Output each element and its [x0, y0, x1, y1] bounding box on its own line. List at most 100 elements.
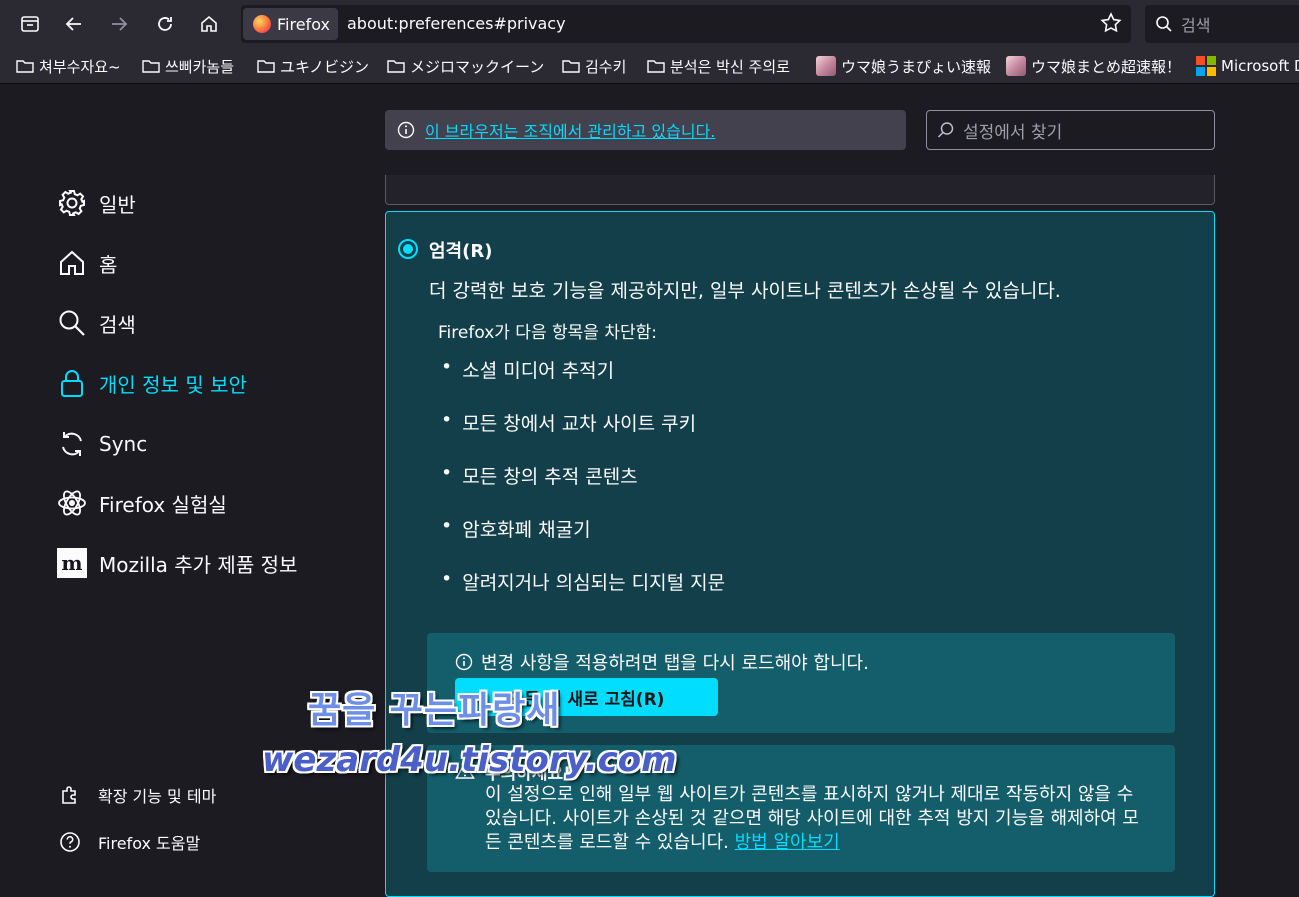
reload-message: 변경 사항을 적용하려면 탭을 다시 로드해야 합니다.: [455, 649, 869, 675]
bookmark-link[interactable]: Microsoft D: [1196, 54, 1299, 78]
bookmark-label: 쳐부수자요~: [39, 57, 121, 76]
forward-button[interactable]: [103, 8, 135, 40]
site-favicon: [1006, 56, 1026, 76]
strict-option-card[interactable]: 엄격(R) 더 강력한 보호 기능을 제공하지만, 일부 사이트나 콘텐츠가 손…: [385, 211, 1215, 897]
browser-toolbar: Firefox about:preferences#privacy 검색: [0, 0, 1299, 48]
bookmark-label: Microsoft D: [1221, 57, 1299, 75]
bookmark-label: ウマ娘うまぴょい速報: [841, 57, 992, 76]
folder-icon: [562, 60, 580, 73]
preferences-search-placeholder: 설정에서 찾기: [963, 122, 1063, 143]
bookmark-label: ユキノビジン: [280, 57, 369, 76]
nav-label: 검색: [99, 312, 136, 337]
bookmark-folder[interactable]: 쓰삐카놈들: [142, 54, 234, 78]
search-icon: [1156, 16, 1172, 32]
strict-radio[interactable]: [398, 239, 418, 259]
list-item: 소셜 미디어 추적기: [441, 356, 725, 409]
list-item: 암호화폐 채굴기: [441, 515, 725, 568]
gear-icon: [56, 187, 88, 219]
bookmark-label: メジロマックイーン: [410, 57, 545, 76]
svg-text:m: m: [61, 551, 82, 575]
nav-item-privacy[interactable]: 개인 정보 및 보안: [56, 366, 247, 400]
nav-label: 일반: [99, 192, 136, 217]
lock-icon: [56, 367, 88, 399]
nav-item-mozilla[interactable]: m Mozilla 추가 제품 정보: [56, 546, 297, 580]
bookmark-label: 김수키: [585, 57, 627, 76]
nav-item-sync[interactable]: Sync: [56, 427, 147, 461]
strict-title[interactable]: 엄격(R): [429, 237, 492, 263]
watermark-title: 꿈을 꾸는파랑새: [308, 690, 561, 731]
sync-icon: [56, 428, 88, 460]
list-item: 모든 창에서 교차 사이트 쿠키: [441, 409, 725, 462]
list-item: 모든 창의 추적 콘텐츠: [441, 462, 725, 515]
strict-description: 더 강력한 보호 기능을 제공하지만, 일부 사이트나 콘텐츠가 손상될 수 있…: [429, 280, 1061, 302]
search-icon: [937, 122, 954, 138]
home-button[interactable]: [193, 8, 225, 40]
nav-label: 홈: [99, 252, 118, 277]
arrow-left-icon: [65, 17, 81, 31]
bookmark-link[interactable]: ウマ娘まとめ超速報！: [1006, 54, 1181, 78]
bookmark-label: 분석은 박신 주의로: [670, 57, 790, 76]
warning-text: 이 설정으로 인해 일부 웹 사이트가 콘텐츠를 표시하지 않거나 제대로 작동…: [485, 783, 1145, 855]
help-icon: [58, 830, 82, 854]
home-icon: [56, 247, 88, 279]
tab-list-button[interactable]: [14, 8, 46, 40]
labs-icon: [56, 487, 88, 519]
folder-icon: [16, 60, 34, 73]
search-placeholder: 검색: [1181, 16, 1211, 35]
learn-more-link[interactable]: 방법 알아보기: [735, 832, 840, 853]
bookmark-link[interactable]: ウマ娘うまぴょい速報: [816, 54, 991, 78]
nav-item-labs[interactable]: Firefox 실험실: [56, 486, 227, 520]
bookmark-folder[interactable]: 김수키: [562, 54, 626, 78]
bookmark-folder[interactable]: 분석은 박신 주의로: [647, 54, 790, 78]
nav-item-home[interactable]: 홈: [56, 246, 117, 280]
bookmark-folder[interactable]: 쳐부수자요~: [16, 54, 121, 78]
blocked-items-list: 소셜 미디어 추적기 모든 창에서 교차 사이트 쿠키 모든 창의 추적 콘텐츠…: [441, 356, 725, 621]
microsoft-icon: [1196, 56, 1216, 76]
url-text[interactable]: about:preferences#privacy: [347, 14, 566, 33]
nav-label: Firefox 도움말: [98, 834, 201, 853]
nav-label: 개인 정보 및 보안: [99, 372, 247, 397]
identity-box[interactable]: Firefox: [243, 8, 338, 40]
back-button[interactable]: [58, 8, 90, 40]
nav-label: 확장 기능 및 테마: [98, 787, 217, 806]
folder-icon: [647, 60, 665, 73]
info-icon: [455, 653, 473, 671]
search-icon: [56, 307, 88, 339]
bookmark-folder[interactable]: ユキノビジン: [257, 54, 369, 78]
preferences-search-input[interactable]: 설정에서 찾기: [926, 110, 1215, 150]
star-icon: [1100, 12, 1122, 33]
identity-label: Firefox: [277, 14, 330, 34]
bookmark-folder[interactable]: メジロマックイーン: [387, 54, 544, 78]
nav-item-addons[interactable]: 확장 기능 및 테마: [58, 782, 216, 808]
folder-icon: [257, 60, 275, 73]
url-bar[interactable]: Firefox about:preferences#privacy: [241, 5, 1131, 43]
nav-item-general[interactable]: 일반: [56, 186, 136, 220]
mozilla-icon: m: [56, 547, 88, 579]
home-icon: [201, 15, 217, 32]
policy-notice: 이 브라우저는 조직에서 관리하고 있습니다.: [385, 110, 906, 150]
tab-list-icon: [21, 16, 39, 32]
blocks-heading: Firefox가 다음 항목을 차단함:: [438, 323, 657, 343]
nav-item-help[interactable]: Firefox 도움말: [58, 829, 200, 855]
reload-button[interactable]: [149, 8, 181, 40]
firefox-logo-icon: [253, 15, 271, 33]
arrow-right-icon: [112, 17, 128, 31]
reload-icon: [158, 17, 172, 31]
list-item: 알려지거나 의심되는 디지털 지문: [441, 568, 725, 621]
bookmark-label: ウマ娘まとめ超速報！: [1031, 57, 1182, 76]
folder-icon: [142, 60, 160, 73]
site-favicon: [816, 56, 836, 76]
puzzle-icon: [58, 783, 82, 807]
bookmark-star-button[interactable]: [1099, 11, 1123, 39]
nav-label: Firefox 실험실: [99, 492, 227, 517]
nav-item-search[interactable]: 검색: [56, 306, 136, 340]
search-bar[interactable]: 검색: [1145, 5, 1299, 43]
nav-label: Sync: [99, 432, 148, 456]
policy-link[interactable]: 이 브라우저는 조직에서 관리하고 있습니다.: [425, 118, 715, 142]
nav-label: Mozilla 추가 제품 정보: [99, 552, 298, 577]
bookmark-label: 쓰삐카놈들: [165, 57, 235, 76]
info-icon: [397, 121, 415, 139]
folder-icon: [387, 60, 405, 73]
reload-message-text: 변경 사항을 적용하려면 탭을 다시 로드해야 합니다.: [481, 653, 869, 674]
bookmarks-toolbar: 쳐부수자요~ 쓰삐카놈들 ユキノビジン メジロマックイーン 김수키 분석은 박신…: [0, 48, 1299, 84]
